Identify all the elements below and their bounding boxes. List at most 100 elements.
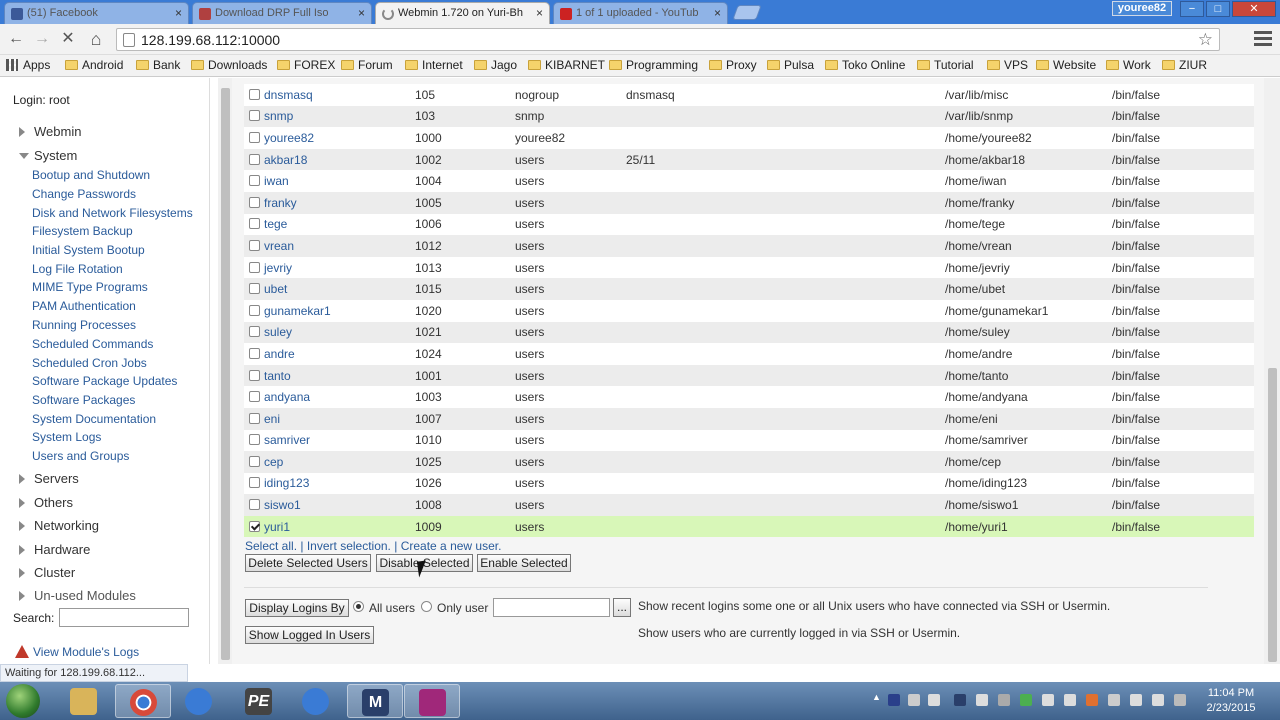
bookmark-ziur[interactable]: ZIUR (1162, 58, 1207, 72)
module-log-file-rotation[interactable]: Log File Rotation (32, 262, 123, 276)
tray-icon[interactable] (928, 694, 940, 706)
module-initial-system-bootup[interactable]: Initial System Bootup (32, 243, 145, 257)
category-webmin[interactable]: Webmin (19, 124, 81, 139)
new-tab-button[interactable] (732, 5, 762, 20)
tab-youtube[interactable]: 1 of 1 uploaded - YouTub × (553, 2, 728, 24)
row-checkbox[interactable] (249, 153, 260, 165)
module-running-processes[interactable]: Running Processes (32, 318, 136, 332)
user-name-link[interactable]: suley (264, 325, 292, 339)
minimize-button[interactable]: − (1180, 1, 1204, 17)
table-row[interactable]: siswo1 1008 users/home/siswo1/bin/false (244, 494, 1254, 516)
bookmark-android[interactable]: Android (65, 58, 123, 72)
bookmark-internet[interactable]: Internet (405, 58, 463, 72)
row-checkbox[interactable] (249, 477, 260, 489)
volume-icon[interactable] (1152, 694, 1164, 706)
category-hardware[interactable]: Hardware (19, 542, 90, 557)
user-name-link[interactable]: dnsmasq (264, 88, 313, 102)
table-row[interactable]: youree82 1000 youree82/home/youree82/bin/f… (244, 127, 1254, 149)
bookmark-website[interactable]: Website (1036, 58, 1096, 72)
module-users-and-groups[interactable]: Users and Groups (32, 449, 129, 463)
user-name-link[interactable]: eni (264, 412, 280, 426)
all-users-radio[interactable] (353, 601, 364, 612)
user-name-link[interactable]: vrean (264, 239, 294, 253)
display-logins-by-button[interactable]: Display Logins By (245, 599, 349, 617)
create-user-link[interactable]: Create a new user. (401, 539, 502, 553)
module-software-package-updates[interactable]: Software Package Updates (32, 374, 177, 388)
table-row[interactable]: tege 1006 users/home/tege/bin/false (244, 213, 1254, 236)
view-module-logs-link[interactable]: View Module's Logs (15, 645, 139, 659)
row-checkbox[interactable] (249, 434, 260, 446)
user-chooser-button[interactable]: ... (613, 598, 631, 617)
table-row[interactable]: andre 1024 users/home/andre/bin/false (244, 343, 1254, 365)
module-disk-and-network-filesystems[interactable]: Disk and Network Filesystems (32, 206, 193, 220)
close-window-button[interactable]: ✕ (1232, 1, 1276, 17)
bookmark-kibarnet[interactable]: KIBARNET (528, 58, 605, 72)
user-name-link[interactable]: yuri1 (264, 520, 290, 534)
module-pam-authentication[interactable]: PAM Authentication (32, 299, 136, 313)
tray-icon[interactable] (1130, 694, 1142, 706)
row-checkbox[interactable] (249, 455, 260, 467)
taskbar-clock[interactable]: 11:04 PM 2/23/2015 (1196, 686, 1266, 716)
table-row[interactable]: andyana 1003 users/home/andyana/bin/false (244, 386, 1254, 408)
bookmark-bank[interactable]: Bank (136, 58, 180, 72)
table-row[interactable]: yuri1 1009 users/home/yuri1/bin/false (244, 515, 1254, 538)
row-checkbox[interactable] (249, 110, 260, 122)
row-checkbox[interactable] (249, 304, 260, 316)
row-checkbox[interactable] (249, 499, 260, 511)
tray-icon[interactable] (976, 694, 988, 706)
close-tab-icon[interactable]: × (358, 6, 365, 20)
table-row[interactable]: vrean 1012 users/home/vrean/bin/false (244, 235, 1254, 257)
user-name-link[interactable]: tege (264, 217, 287, 231)
module-filesystem-backup[interactable]: Filesystem Backup (32, 224, 133, 238)
table-row[interactable]: akbar18 1002 users 25/11/home/akbar18/bin/f… (244, 148, 1254, 171)
tray-icon[interactable] (1108, 694, 1120, 706)
taskbar-app-2[interactable] (288, 684, 344, 718)
category-networking[interactable]: Networking (19, 518, 99, 533)
row-checkbox[interactable] (249, 196, 260, 208)
module-scheduled-cron-jobs[interactable]: Scheduled Cron Jobs (32, 356, 147, 370)
category-unused-modules[interactable]: Un-used Modules (19, 588, 136, 603)
show-logged-in-users-button[interactable]: Show Logged In Users (245, 626, 374, 644)
row-checkbox[interactable] (249, 326, 260, 338)
select-all-link[interactable]: Select all. (245, 539, 297, 553)
taskbar-app-1[interactable] (171, 684, 227, 718)
table-row[interactable]: iding123 1026 users/home/iding123/bin/fals… (244, 472, 1254, 495)
close-tab-icon[interactable]: × (536, 6, 543, 20)
row-checkbox[interactable] (249, 175, 260, 187)
tray-icon[interactable] (1042, 694, 1054, 706)
chrome-menu-icon[interactable] (1254, 31, 1272, 47)
row-checkbox[interactable] (249, 218, 260, 230)
profile-user-badge[interactable]: youree82 (1112, 1, 1172, 16)
network-icon[interactable] (1174, 694, 1186, 706)
user-name-link[interactable]: andyana (264, 390, 310, 404)
category-servers[interactable]: Servers (19, 471, 79, 486)
bookmark-toko-online[interactable]: Toko Online (825, 58, 905, 72)
tray-icon[interactable] (998, 694, 1010, 706)
main-scrollbar[interactable] (1264, 78, 1280, 664)
bookmark-tutorial[interactable]: Tutorial (917, 58, 974, 72)
tab-facebook[interactable]: (51) Facebook × (4, 2, 189, 24)
only-user-input[interactable] (493, 598, 610, 617)
address-bar[interactable]: 128.199.68.112:10000 ☆ (116, 28, 1220, 51)
tab-webmin[interactable]: Webmin 1.720 on Yuri-Bh × (375, 2, 550, 25)
tray-icon[interactable] (1064, 694, 1076, 706)
user-name-link[interactable]: iwan (264, 174, 289, 188)
user-name-link[interactable]: snmp (264, 109, 293, 123)
delete-selected-users-button[interactable]: Delete Selected Users (245, 554, 371, 572)
table-row[interactable]: franky 1005 users/home/franky/bin/false (244, 191, 1254, 214)
row-checkbox[interactable] (249, 520, 260, 532)
taskbar-recorder[interactable] (404, 684, 460, 718)
bookmark-vps[interactable]: VPS (987, 58, 1028, 72)
sidebar-scrollbar[interactable] (218, 78, 232, 664)
table-row[interactable]: dnsmasq 105 nogroup dnsmasq/var/lib/misc/bi… (244, 84, 1254, 106)
home-button[interactable]: ⌂ (86, 29, 106, 49)
module-system-documentation[interactable]: System Documentation (32, 412, 156, 426)
back-button[interactable]: ← (6, 29, 26, 49)
taskbar-peid[interactable]: PE (231, 684, 287, 718)
category-cluster[interactable]: Cluster (19, 565, 75, 580)
page-info-icon[interactable] (123, 33, 135, 47)
taskbar-explorer[interactable] (56, 684, 112, 718)
category-others[interactable]: Others (19, 495, 73, 510)
module-software-packages[interactable]: Software Packages (32, 393, 135, 407)
row-checkbox[interactable] (249, 88, 260, 100)
